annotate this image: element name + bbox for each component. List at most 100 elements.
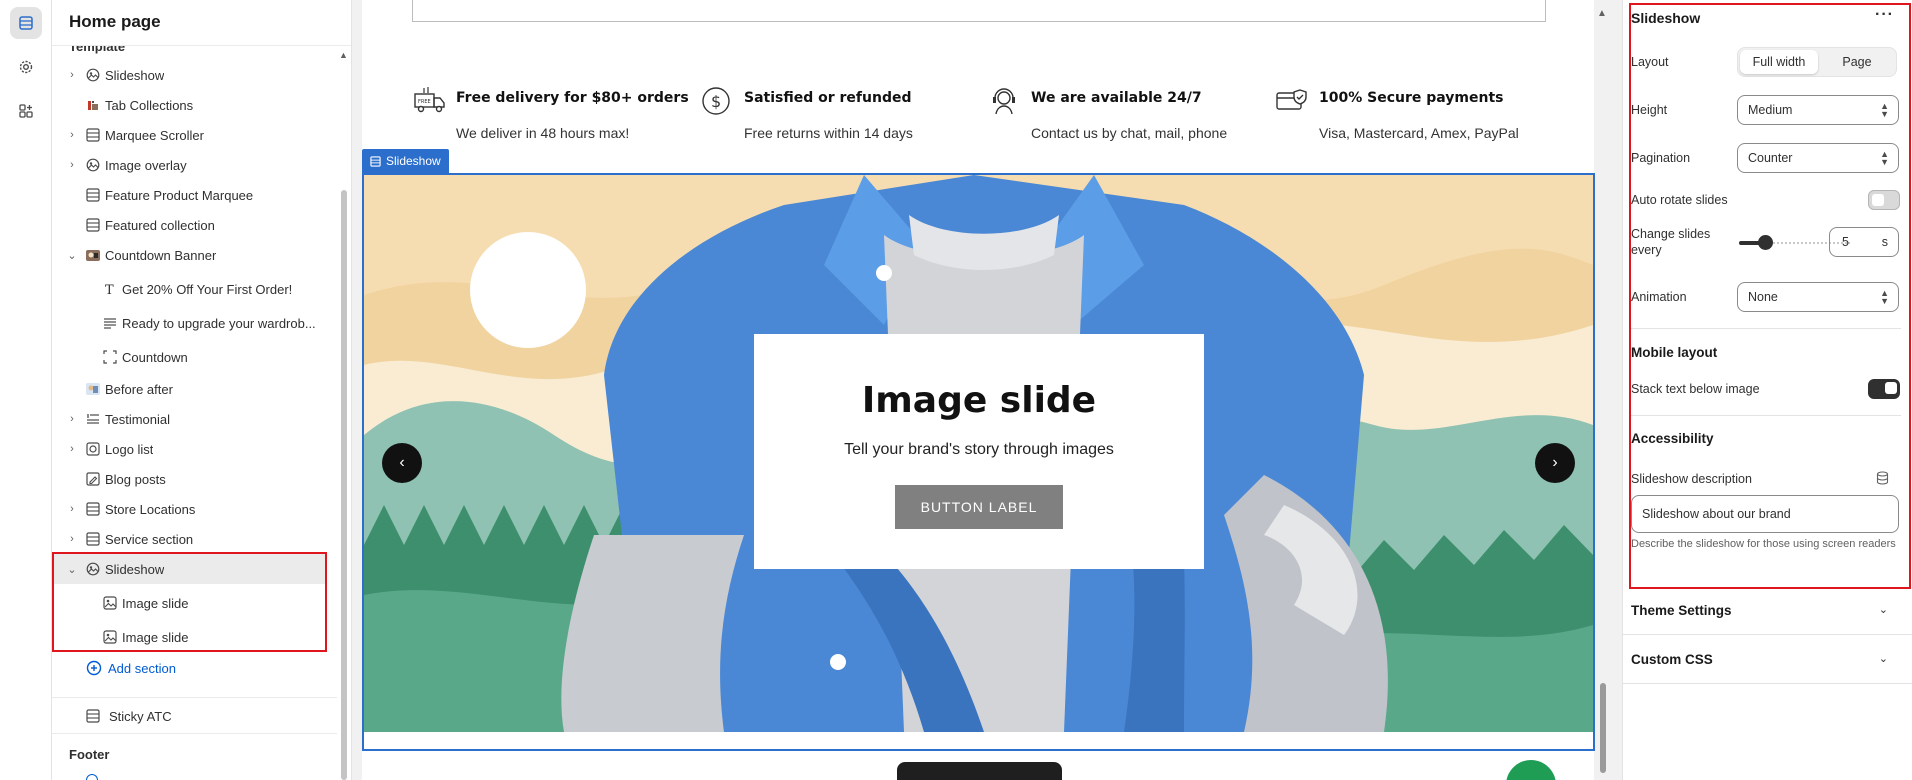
previous-slide-button[interactable]: ‹ [382, 443, 422, 483]
sidebar-item-sticky-atc[interactable]: Sticky ATC [52, 701, 327, 731]
sidebar-item-label: Image overlay [105, 157, 187, 173]
chevron-right-icon[interactable]: › [66, 159, 78, 171]
image-slide-icon [102, 595, 118, 611]
sidebar-item-label: Image slide [122, 595, 189, 611]
svg-text:T: T [105, 283, 114, 296]
sidebar-item-label: Service section [105, 531, 194, 547]
sidebar-item-label: Countdown [122, 349, 188, 365]
preview-toolbar[interactable] [897, 762, 1062, 780]
apps-icon[interactable] [10, 95, 42, 127]
add-section-label: Add section [108, 660, 176, 676]
icon-rail [0, 0, 52, 780]
section-icon [85, 127, 101, 143]
chevron-right-icon[interactable]: › [66, 443, 78, 455]
sidebar-item-logo-list[interactable]: › Logo list [52, 434, 327, 464]
sidebar-item-label: Feature Product Marquee [105, 187, 254, 203]
scroll-up-icon[interactable]: ▲ [339, 50, 348, 60]
sidebar-item-featured-collection[interactable]: Featured collection [52, 210, 327, 240]
theme-editor: Home page Template ▲ › Slideshow Tab Colle… [0, 0, 1912, 780]
gear-icon[interactable] [10, 51, 42, 83]
feature-title: We are available 24/7 [1031, 90, 1202, 106]
divider [52, 697, 337, 698]
slideshow-description-input[interactable]: Slideshow about our brand [1631, 495, 1899, 533]
footer-heading: Footer [69, 747, 110, 762]
chevron-right-icon[interactable]: › [66, 533, 78, 545]
feature-subtitle: We deliver in 48 hours max! [456, 125, 630, 141]
slide-button[interactable]: BUTTON LABEL [895, 485, 1063, 529]
divider [1631, 328, 1901, 329]
countdown-banner-icon [85, 247, 101, 263]
chevron-right-icon[interactable]: › [66, 503, 78, 515]
animation-select[interactable]: None ▲ ▼ [1737, 282, 1899, 312]
feature-title: Free delivery for $80+ orders [456, 90, 689, 106]
sidebar-item-image-slide[interactable]: Image slide [52, 622, 327, 652]
helper-text: Describe the slideshow for those using s… [1631, 538, 1896, 550]
before-after-icon [85, 381, 101, 397]
sidebar-item-blog-posts[interactable]: Blog posts [52, 464, 327, 494]
add-section-button[interactable]: Add section [86, 660, 176, 676]
feature-subtitle: Contact us by chat, mail, phone [1031, 125, 1228, 141]
sidebar-item-countdown[interactable]: Countdown [52, 342, 327, 372]
preview-scroll-thumb[interactable] [1600, 683, 1606, 773]
chevron-down-icon: ⌄ [1878, 604, 1888, 616]
stack-text-toggle[interactable] [1868, 379, 1900, 399]
custom-css-row[interactable]: Custom CSS ⌄ [1622, 636, 1912, 684]
database-icon[interactable] [1876, 471, 1889, 488]
chevron-right-icon[interactable]: › [66, 129, 78, 141]
sidebar-item-get-20-off-your-first-order[interactable]: T Get 20% Off Your First Order! [52, 274, 327, 304]
secure-card-icon [1276, 89, 1307, 110]
sidebar-item-label: Sticky ATC [109, 708, 172, 724]
sections-icon[interactable] [10, 7, 42, 39]
change-slides-label-2: every [1631, 243, 1662, 257]
sidebar-item-label: Image slide [122, 629, 189, 645]
auto-rotate-label: Auto rotate slides [1631, 193, 1728, 207]
theme-settings-row[interactable]: Theme Settings ⌄ [1622, 587, 1912, 635]
section-icon [85, 708, 101, 724]
sidebar-item-testimonial[interactable]: › Testimonial [52, 404, 327, 434]
height-select-value: Medium [1748, 103, 1793, 117]
unit-label: s [1881, 235, 1888, 249]
pagination-label: Pagination [1631, 151, 1691, 165]
chevron-up-down-icon: ▲ ▼ [1880, 288, 1889, 306]
feature-subtitle: Visa, Mastercard, Amex, PayPal [1319, 125, 1519, 141]
settings-title: Slideshow [1631, 10, 1701, 26]
chevron-down-icon[interactable]: ⌄ [66, 249, 78, 262]
sidebar-item-feature-product-marquee[interactable]: Feature Product Marquee [52, 180, 327, 210]
pagination-select[interactable]: Counter ▲ ▼ [1737, 143, 1899, 173]
height-select[interactable]: Medium ▲ ▼ [1737, 95, 1899, 125]
auto-rotate-toggle[interactable] [1868, 190, 1900, 210]
slider-handle[interactable] [1758, 235, 1773, 250]
sidebar-scroll-thumb[interactable] [341, 190, 347, 780]
scroll-up-icon[interactable]: ▲ [1597, 8, 1607, 19]
change-slides-label: Change slides [1631, 227, 1711, 241]
section-tag[interactable]: Slideshow [362, 149, 449, 173]
sidebar-item-store-locations[interactable]: › Store Locations [52, 494, 327, 524]
sidebar-item-tab-collections[interactable]: Tab Collections [52, 90, 327, 120]
sidebar-item-image-slide[interactable]: Image slide [52, 588, 327, 618]
chevron-right-icon: › [1552, 454, 1558, 471]
sidebar-item-ready-to-upgrade-your-wardrob[interactable]: Ready to upgrade your wardrob... [52, 308, 327, 338]
more-options-icon[interactable]: ··· [1875, 6, 1894, 24]
layout-full-width-option[interactable]: Full width [1740, 50, 1818, 74]
chevron-down-icon[interactable]: ⌄ [66, 563, 78, 576]
sidebar-item-marquee-scroller[interactable]: › Marquee Scroller [52, 120, 327, 150]
next-slide-button[interactable]: › [1535, 443, 1575, 483]
sidebar-item-label: Ready to upgrade your wardrob... [122, 315, 316, 331]
layout-page-option[interactable]: Page [1820, 50, 1894, 74]
sidebar-item-slideshow[interactable]: ⌄ Slideshow [52, 554, 327, 584]
change-slides-input[interactable]: 5 s [1829, 227, 1899, 257]
sidebar-item-service-section[interactable]: › Service section [52, 524, 327, 554]
animation-label: Animation [1631, 290, 1687, 304]
sidebar-item-label: Slideshow [105, 561, 165, 577]
add-block-icon[interactable] [86, 774, 98, 780]
svg-text:FREE: FREE [418, 99, 431, 105]
chevron-right-icon[interactable]: › [66, 69, 78, 81]
sidebar-item-label: Blog posts [105, 471, 166, 487]
slideshow-description-label: Slideshow description [1631, 472, 1752, 486]
collapsible-label: Theme Settings [1631, 603, 1732, 618]
sidebar-item-slideshow[interactable]: › Slideshow [52, 60, 327, 90]
sidebar-item-countdown-banner[interactable]: ⌄ Countdown Banner [52, 240, 327, 270]
sidebar-item-image-overlay[interactable]: › Image overlay [52, 150, 327, 180]
sidebar-item-before-after[interactable]: Before after [52, 374, 327, 404]
chevron-right-icon[interactable]: › [66, 413, 78, 425]
